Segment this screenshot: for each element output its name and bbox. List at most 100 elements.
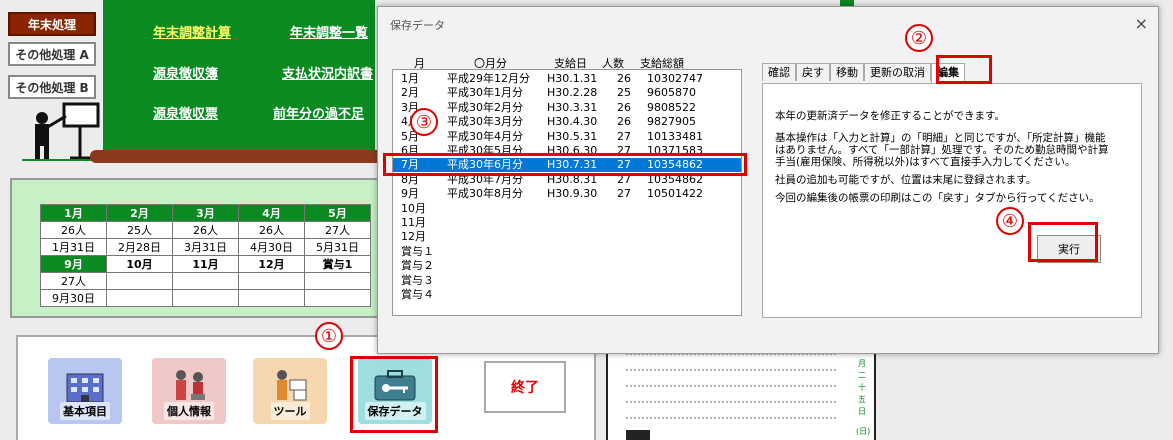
panel-text: 今回の編集後の帳票の印刷はこの「戻す」タブから行ってください。 <box>775 192 1100 204</box>
cal-cell: 1月 <box>40 204 107 222</box>
link-year-end-calc[interactable]: 年末調整計算 <box>153 22 231 41</box>
panel-text: 本年の更新済データを修正することができます。 <box>775 110 1005 122</box>
list-row[interactable]: 5月 平成30年4月分 H30.5.31 27 10133481 <box>393 130 741 144</box>
row-period: 平成30年8月分 <box>447 187 523 201</box>
row-total: 10501422 <box>647 187 703 201</box>
marker-2: ② <box>905 24 933 52</box>
cal-cell: 11月 <box>172 255 239 273</box>
cal-cell: 9月30日 <box>40 289 107 307</box>
list-row[interactable]: 4月平成30年3月分H30.4.30269827905 <box>393 115 741 129</box>
link-payment-breakdown[interactable]: 支払状況内訳書 <box>282 63 373 82</box>
menu-other-a[interactable]: その他処理 A <box>8 42 96 66</box>
row-total: 10302747 <box>647 72 703 85</box>
row-month: 賞与１ <box>401 244 434 258</box>
cal-cell: 12月 <box>238 255 305 273</box>
marker-4: ④ <box>996 207 1024 235</box>
end-button[interactable]: 終了 <box>484 361 566 413</box>
list-row[interactable]: 11月 <box>393 216 741 230</box>
tools-icon <box>277 370 307 401</box>
row-month: 10月 <box>401 201 426 215</box>
doc-char: 二 <box>858 371 866 380</box>
list-row[interactable]: 12月 <box>393 230 741 244</box>
tools-label: ツール <box>270 402 310 420</box>
menu-year-end[interactable]: 年末処理 <box>8 12 96 36</box>
cal-cell <box>304 272 371 290</box>
menu-other-b[interactable]: その他処理 B <box>8 75 96 99</box>
cal-cell: 5月31日 <box>304 238 371 256</box>
cal-cell: 3月 <box>172 204 239 222</box>
cal-cell: 26人 <box>172 221 239 239</box>
row-period: 平成30年1月分 <box>447 86 523 100</box>
list-row[interactable]: 1月 平成29年12月分 H30.1.31 26 10302747 <box>393 72 741 86</box>
row-month: 11月 <box>401 216 426 229</box>
basic-items-label: 基本項目 <box>60 402 110 420</box>
cal-cell <box>172 272 239 290</box>
link-withholding-slip[interactable]: 源泉徴収票 <box>153 103 218 122</box>
saved-data-dialog: 保存データ × 月 〇月分 支給日 人数 支給総額 1月 平成29年12月分 H30… <box>377 6 1159 354</box>
cal-cell: 27人 <box>40 272 107 290</box>
dialog-tabs: 確認 戻す 移動 更新の取消 編集 <box>762 63 965 83</box>
list-row[interactable]: 2月 平成30年1月分 H30.2.28 25 9605870 <box>393 86 741 100</box>
row-count: 25 <box>617 86 631 100</box>
tab-cancel-update[interactable]: 更新の取消 <box>864 63 931 81</box>
cal-cell: 10月 <box>106 255 173 273</box>
doc-char: (日) <box>856 427 871 436</box>
row-period: 平成30年3月分 <box>447 115 523 129</box>
list-row[interactable]: 賞与１ <box>393 245 741 259</box>
list-row[interactable]: 賞与３ <box>393 274 741 288</box>
basic-items-button[interactable]: 基本項目 <box>48 358 122 424</box>
cal-cell: 2月28日 <box>106 238 173 256</box>
link-prior-year-balance[interactable]: 前年分の過不足 <box>273 103 364 122</box>
cal-cell: 2月 <box>106 204 173 222</box>
highlight-selected-row <box>383 153 747 176</box>
doc-char: 五 <box>858 395 866 404</box>
row-month: 賞与４ <box>401 288 434 301</box>
building-icon <box>66 373 104 402</box>
row-month: 9月 <box>401 187 419 201</box>
row-month: 2月 <box>401 86 419 100</box>
cal-cell: 9月 <box>40 255 107 273</box>
cal-cell <box>106 289 173 307</box>
cal-cell: 賞与1 <box>304 255 371 273</box>
highlight-saved-data-button <box>350 356 438 433</box>
cal-cell <box>106 272 173 290</box>
link-year-end-list[interactable]: 年末調整一覧 <box>290 22 368 41</box>
row-month: 賞与２ <box>401 259 434 273</box>
tab-move[interactable]: 移動 <box>830 63 864 81</box>
cal-cell: 26人 <box>238 221 305 239</box>
list-row[interactable]: 3月 平成30年2月分 H30.3.31 26 9808522 <box>393 101 741 115</box>
list-row[interactable]: 賞与４ <box>393 288 741 302</box>
doc-char: 十 <box>858 383 866 392</box>
highlight-execute-button <box>1028 222 1098 262</box>
personal-info-label: 個人情報 <box>164 402 214 420</box>
cal-cell: 4月 <box>238 204 305 222</box>
row-total: 9808522 <box>647 100 696 114</box>
row-paydate: H30.2.28 <box>547 86 598 100</box>
row-count: 26 <box>617 115 631 129</box>
personal-info-button[interactable]: 個人情報 <box>152 358 226 424</box>
row-paydate: H30.1.31 <box>547 72 598 85</box>
list-row[interactable]: 賞与２ <box>393 259 741 273</box>
link-withholding-book[interactable]: 源泉徴収簿 <box>153 63 218 82</box>
row-count: 26 <box>617 72 631 85</box>
close-icon[interactable]: × <box>1135 14 1148 33</box>
marker-3: ③ <box>410 108 438 136</box>
doc-char: 月 <box>858 359 866 368</box>
saved-data-list[interactable]: 1月 平成29年12月分 H30.1.31 26 10302747 2月 平成30年1月分 H… <box>392 69 742 316</box>
list-row[interactable]: 9月 平成30年8月分 H30.9.30 27 10501422 <box>393 187 741 201</box>
dialog-title: 保存データ <box>390 19 445 32</box>
cal-cell: 5月 <box>304 204 371 222</box>
row-month: 1月 <box>401 72 419 85</box>
panel-text: 社員の追加も可能ですが、位置は末尾に登録されます。 <box>775 174 1037 186</box>
tab-restore[interactable]: 戻す <box>796 63 830 81</box>
edit-tab-panel: 本年の更新済データを修正することができます。 基本操作は「入力と計算」の「明細」… <box>762 83 1142 318</box>
row-period: 平成29年12月分 <box>447 72 530 85</box>
cal-cell: 25人 <box>106 221 173 239</box>
cal-cell: 27人 <box>304 221 371 239</box>
tab-confirm[interactable]: 確認 <box>762 63 796 81</box>
tools-button[interactable]: ツール <box>253 358 327 424</box>
people-icon <box>176 370 205 400</box>
list-row[interactable]: 10月 <box>393 202 741 216</box>
cal-cell: 4月30日 <box>238 238 305 256</box>
row-paydate: H30.9.30 <box>547 187 598 201</box>
